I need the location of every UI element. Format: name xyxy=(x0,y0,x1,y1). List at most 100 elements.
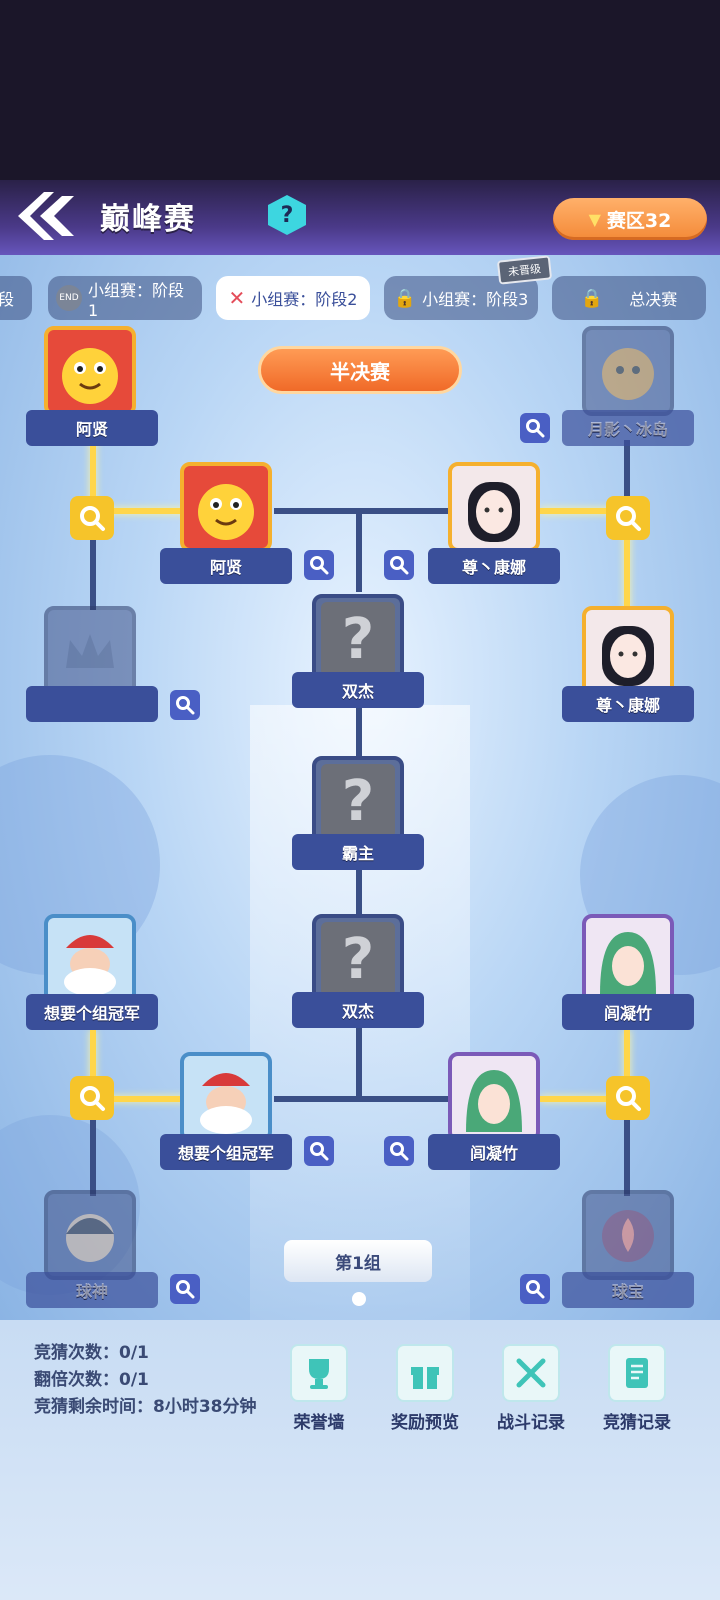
green-hair-girl-avatar-icon xyxy=(466,1070,522,1132)
slot-nameplate: 霸主 xyxy=(292,834,424,870)
search-icon xyxy=(526,419,545,438)
bracket-line xyxy=(274,508,450,514)
stage-tabs: 段 END 小组赛：阶段1 ✕ 小组赛：阶段2 🔒 小组赛：阶段3 🔒 总决赛 xyxy=(0,276,720,322)
mystery-slot: ? xyxy=(312,756,404,846)
santa-avatar-icon xyxy=(200,1073,252,1134)
lock-icon: 🔒 xyxy=(580,287,604,309)
view-player-button[interactable] xyxy=(384,550,414,580)
view-player-button[interactable] xyxy=(520,1274,550,1304)
player-avatar[interactable] xyxy=(44,914,136,1004)
eliminated-x-icon: ✕ xyxy=(228,286,246,310)
mystery-slot: ? xyxy=(312,594,404,684)
reward-preview-button[interactable]: 奖励预览 xyxy=(380,1344,470,1433)
view-player-button[interactable] xyxy=(170,1274,200,1304)
player-avatar[interactable] xyxy=(582,914,674,1004)
search-icon xyxy=(310,1142,329,1161)
bear-avatar-icon xyxy=(602,348,654,400)
view-player-button[interactable] xyxy=(384,1136,414,1166)
zone-select-button[interactable]: ▼ 赛区32 xyxy=(553,198,707,240)
view-player-button[interactable] xyxy=(520,413,550,443)
status-area xyxy=(0,0,720,190)
tab-group-stage-1[interactable]: END 小组赛：阶段1 xyxy=(48,276,202,320)
back-arrow-icon xyxy=(18,192,74,240)
player-nameplate: 尊丶康娜 xyxy=(562,686,694,722)
search-icon xyxy=(80,506,105,531)
player-avatar[interactable] xyxy=(448,462,540,552)
view-player-button[interactable] xyxy=(304,1136,334,1166)
player-avatar[interactable] xyxy=(44,326,136,416)
player-nameplate: 闾凝竹 xyxy=(428,1134,560,1170)
bracket-line xyxy=(356,700,362,760)
question-mark-icon: ? xyxy=(321,922,395,996)
fortune-god-avatar-icon xyxy=(62,348,118,404)
player-avatar[interactable] xyxy=(582,326,674,416)
question-mark-icon: ? xyxy=(321,764,395,838)
back-button[interactable] xyxy=(14,188,84,244)
action-label: 荣誉墙 xyxy=(293,1413,345,1433)
group-selector-button[interactable]: 第1组 xyxy=(284,1240,432,1282)
girl-avatar-icon xyxy=(468,482,520,542)
tab-stage-0[interactable]: 段 xyxy=(0,276,32,320)
player-nameplate: 阿贤 xyxy=(26,410,158,446)
end-badge: END xyxy=(56,285,82,311)
double-count: 翻倍次数：0/1 xyxy=(34,1370,149,1390)
tab-label: 小组赛：阶段2 xyxy=(251,290,358,309)
question-mark-icon: ? xyxy=(321,602,395,676)
tab-label: 小组赛：阶段3 xyxy=(422,290,529,309)
view-match-button[interactable] xyxy=(70,1076,114,1120)
bracket-line xyxy=(90,1116,96,1196)
mystery-slot: ? xyxy=(312,914,404,1004)
search-icon xyxy=(390,1142,409,1161)
gift-icon xyxy=(396,1344,454,1402)
document-icon xyxy=(608,1344,666,1402)
view-match-button[interactable] xyxy=(606,1076,650,1120)
player-nameplate: 球宝 xyxy=(562,1272,694,1308)
player-nameplate: 想要个组冠军 xyxy=(26,994,158,1030)
player-avatar[interactable] xyxy=(180,462,272,552)
player-nameplate: 想要个组冠军 xyxy=(160,1134,292,1170)
search-icon xyxy=(616,506,641,531)
view-player-button[interactable] xyxy=(170,690,200,720)
view-match-button[interactable] xyxy=(70,496,114,540)
search-icon xyxy=(176,696,195,715)
tab-label: 总决赛 xyxy=(629,290,678,309)
stage-banner: 半决赛 xyxy=(258,346,462,394)
guess-stats: 竞猜次数：0/1 翻倍次数：0/1 竞猜剩余时间：8小时38分钟 xyxy=(34,1340,257,1421)
bracket-line xyxy=(356,866,362,916)
player-avatar[interactable] xyxy=(582,1190,674,1280)
bracket-line xyxy=(90,530,96,610)
slot-nameplate: 双杰 xyxy=(292,672,424,708)
santa-avatar-icon xyxy=(64,935,116,996)
tab-label: 小组赛：阶段1 xyxy=(87,280,184,320)
battle-record-button[interactable]: 战斗记录 xyxy=(486,1344,576,1433)
player-avatar[interactable] xyxy=(582,606,674,696)
player-avatar[interactable] xyxy=(44,1190,136,1280)
crown-icon xyxy=(66,634,114,668)
dropdown-triangle-icon: ▼ xyxy=(588,209,601,229)
guess-time-remaining: 竞猜剩余时间：8小时38分钟 xyxy=(34,1397,257,1417)
player-avatar[interactable] xyxy=(180,1052,272,1142)
page-indicator-dot xyxy=(352,1292,366,1306)
player-nameplate xyxy=(26,686,158,722)
girl-avatar-icon xyxy=(602,626,654,686)
fire-orb-avatar-icon xyxy=(602,1210,654,1262)
tab-label: 段 xyxy=(0,290,14,309)
zone-label: 赛区32 xyxy=(606,209,672,232)
action-label: 战斗记录 xyxy=(497,1413,565,1433)
search-icon xyxy=(80,1086,105,1111)
tab-finals[interactable]: 🔒 总决赛 xyxy=(552,276,706,320)
honor-wall-button[interactable]: 荣誉墙 xyxy=(274,1344,364,1433)
view-player-button[interactable] xyxy=(304,550,334,580)
search-icon xyxy=(310,556,329,575)
player-nameplate: 尊丶康娜 xyxy=(428,548,560,584)
bracket-line xyxy=(356,512,362,592)
empty-avatar xyxy=(44,606,136,696)
player-avatar[interactable] xyxy=(448,1052,540,1142)
boy-avatar-icon xyxy=(66,1214,114,1262)
search-icon xyxy=(390,556,409,575)
tab-group-stage-2[interactable]: ✕ 小组赛：阶段2 xyxy=(216,276,370,320)
view-match-button[interactable] xyxy=(606,496,650,540)
slot-nameplate: 双杰 xyxy=(292,992,424,1028)
player-nameplate: 月影丶冰岛 xyxy=(562,410,694,446)
guess-record-button[interactable]: 竞猜记录 xyxy=(592,1344,682,1433)
